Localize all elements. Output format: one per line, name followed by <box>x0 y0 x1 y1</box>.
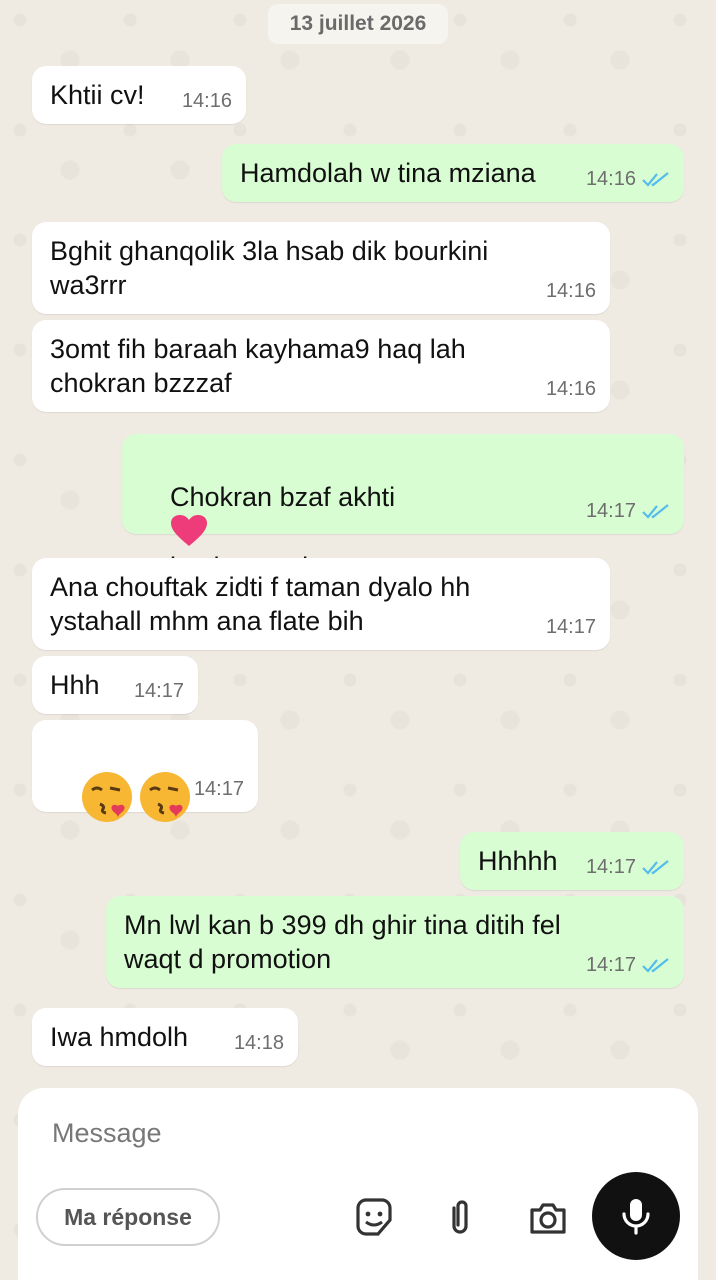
message-bubble[interactable]: Chokran bzaf akhti bsaha w raha 14:17 <box>122 434 684 616</box>
message-bubble[interactable]: 14:17 <box>32 720 258 822</box>
message-time: 14:17 <box>585 500 636 522</box>
message-time: 14:17 <box>545 616 596 638</box>
message-time: 14:16 <box>181 90 232 112</box>
message-bubble[interactable]: Khtii cv! 14:16 <box>32 66 246 124</box>
message-bubble[interactable]: Ana chouftak zidti f taman dyalo hh ysta… <box>32 558 610 650</box>
message-bubble[interactable]: Hhh 14:17 <box>32 656 198 714</box>
message-composer: Message Ma réponse <box>18 1088 698 1280</box>
message-time: 14:17 <box>585 954 636 976</box>
read-ticks-icon <box>642 172 669 187</box>
kiss-emoji <box>82 772 133 822</box>
message-text: Iwa hmdolh <box>50 1022 189 1052</box>
read-ticks-icon <box>642 504 669 519</box>
reply-suggestion-chip[interactable]: Ma réponse <box>36 1188 220 1246</box>
message-time: 14:18 <box>233 1032 284 1054</box>
message-time: 14:16 <box>585 168 636 190</box>
date-separator: 13 juillet 2026 <box>268 4 448 44</box>
read-ticks-icon <box>642 958 669 973</box>
message-text: Khtii cv! <box>50 80 145 110</box>
message-bubble[interactable]: 3omt fih baraah kayhama9 haq lah chokran… <box>32 320 610 412</box>
sticker-icon[interactable] <box>352 1196 396 1240</box>
message-bubble[interactable]: Bghit ghanqolik 3la hsab dik bourkini wa… <box>32 222 610 314</box>
voice-message-button[interactable] <box>592 1172 680 1260</box>
attach-icon[interactable] <box>438 1196 482 1240</box>
message-time: 14:16 <box>545 280 596 302</box>
message-bubble[interactable]: Hhhhh 14:17 <box>460 832 684 890</box>
read-ticks-icon <box>642 860 669 875</box>
message-time: 14:17 <box>193 778 244 800</box>
message-text: Bghit ghanqolik 3la hsab dik bourkini wa… <box>50 236 489 300</box>
message-text: Mn lwl kan b 399 dh ghir tina ditih fel … <box>124 910 561 974</box>
message-text: Chokran bzaf akhti <box>170 482 396 512</box>
message-text: 3omt fih baraah kayhama9 haq lah chokran… <box>50 334 466 398</box>
camera-icon[interactable] <box>526 1196 570 1240</box>
message-text: Ana chouftak zidti f taman dyalo hh ysta… <box>50 572 471 636</box>
message-time: 14:16 <box>545 378 596 400</box>
message-time: 14:17 <box>133 680 184 702</box>
message-bubble[interactable]: Mn lwl kan b 399 dh ghir tina ditih fel … <box>106 896 684 988</box>
message-text: Hhhhh <box>478 846 558 876</box>
pink-heart-emoji <box>171 515 208 546</box>
message-bubble[interactable]: Hamdolah w tina mziana 14:16 <box>222 144 684 202</box>
message-text: Hamdolah w tina mziana <box>240 158 536 188</box>
message-text: Hhh <box>50 670 100 700</box>
message-time: 14:17 <box>585 856 636 878</box>
message-input[interactable]: Message <box>52 1118 162 1149</box>
kiss-emoji <box>140 772 191 822</box>
mic-icon <box>622 1199 650 1235</box>
message-bubble[interactable]: Iwa hmdolh 14:18 <box>32 1008 298 1066</box>
